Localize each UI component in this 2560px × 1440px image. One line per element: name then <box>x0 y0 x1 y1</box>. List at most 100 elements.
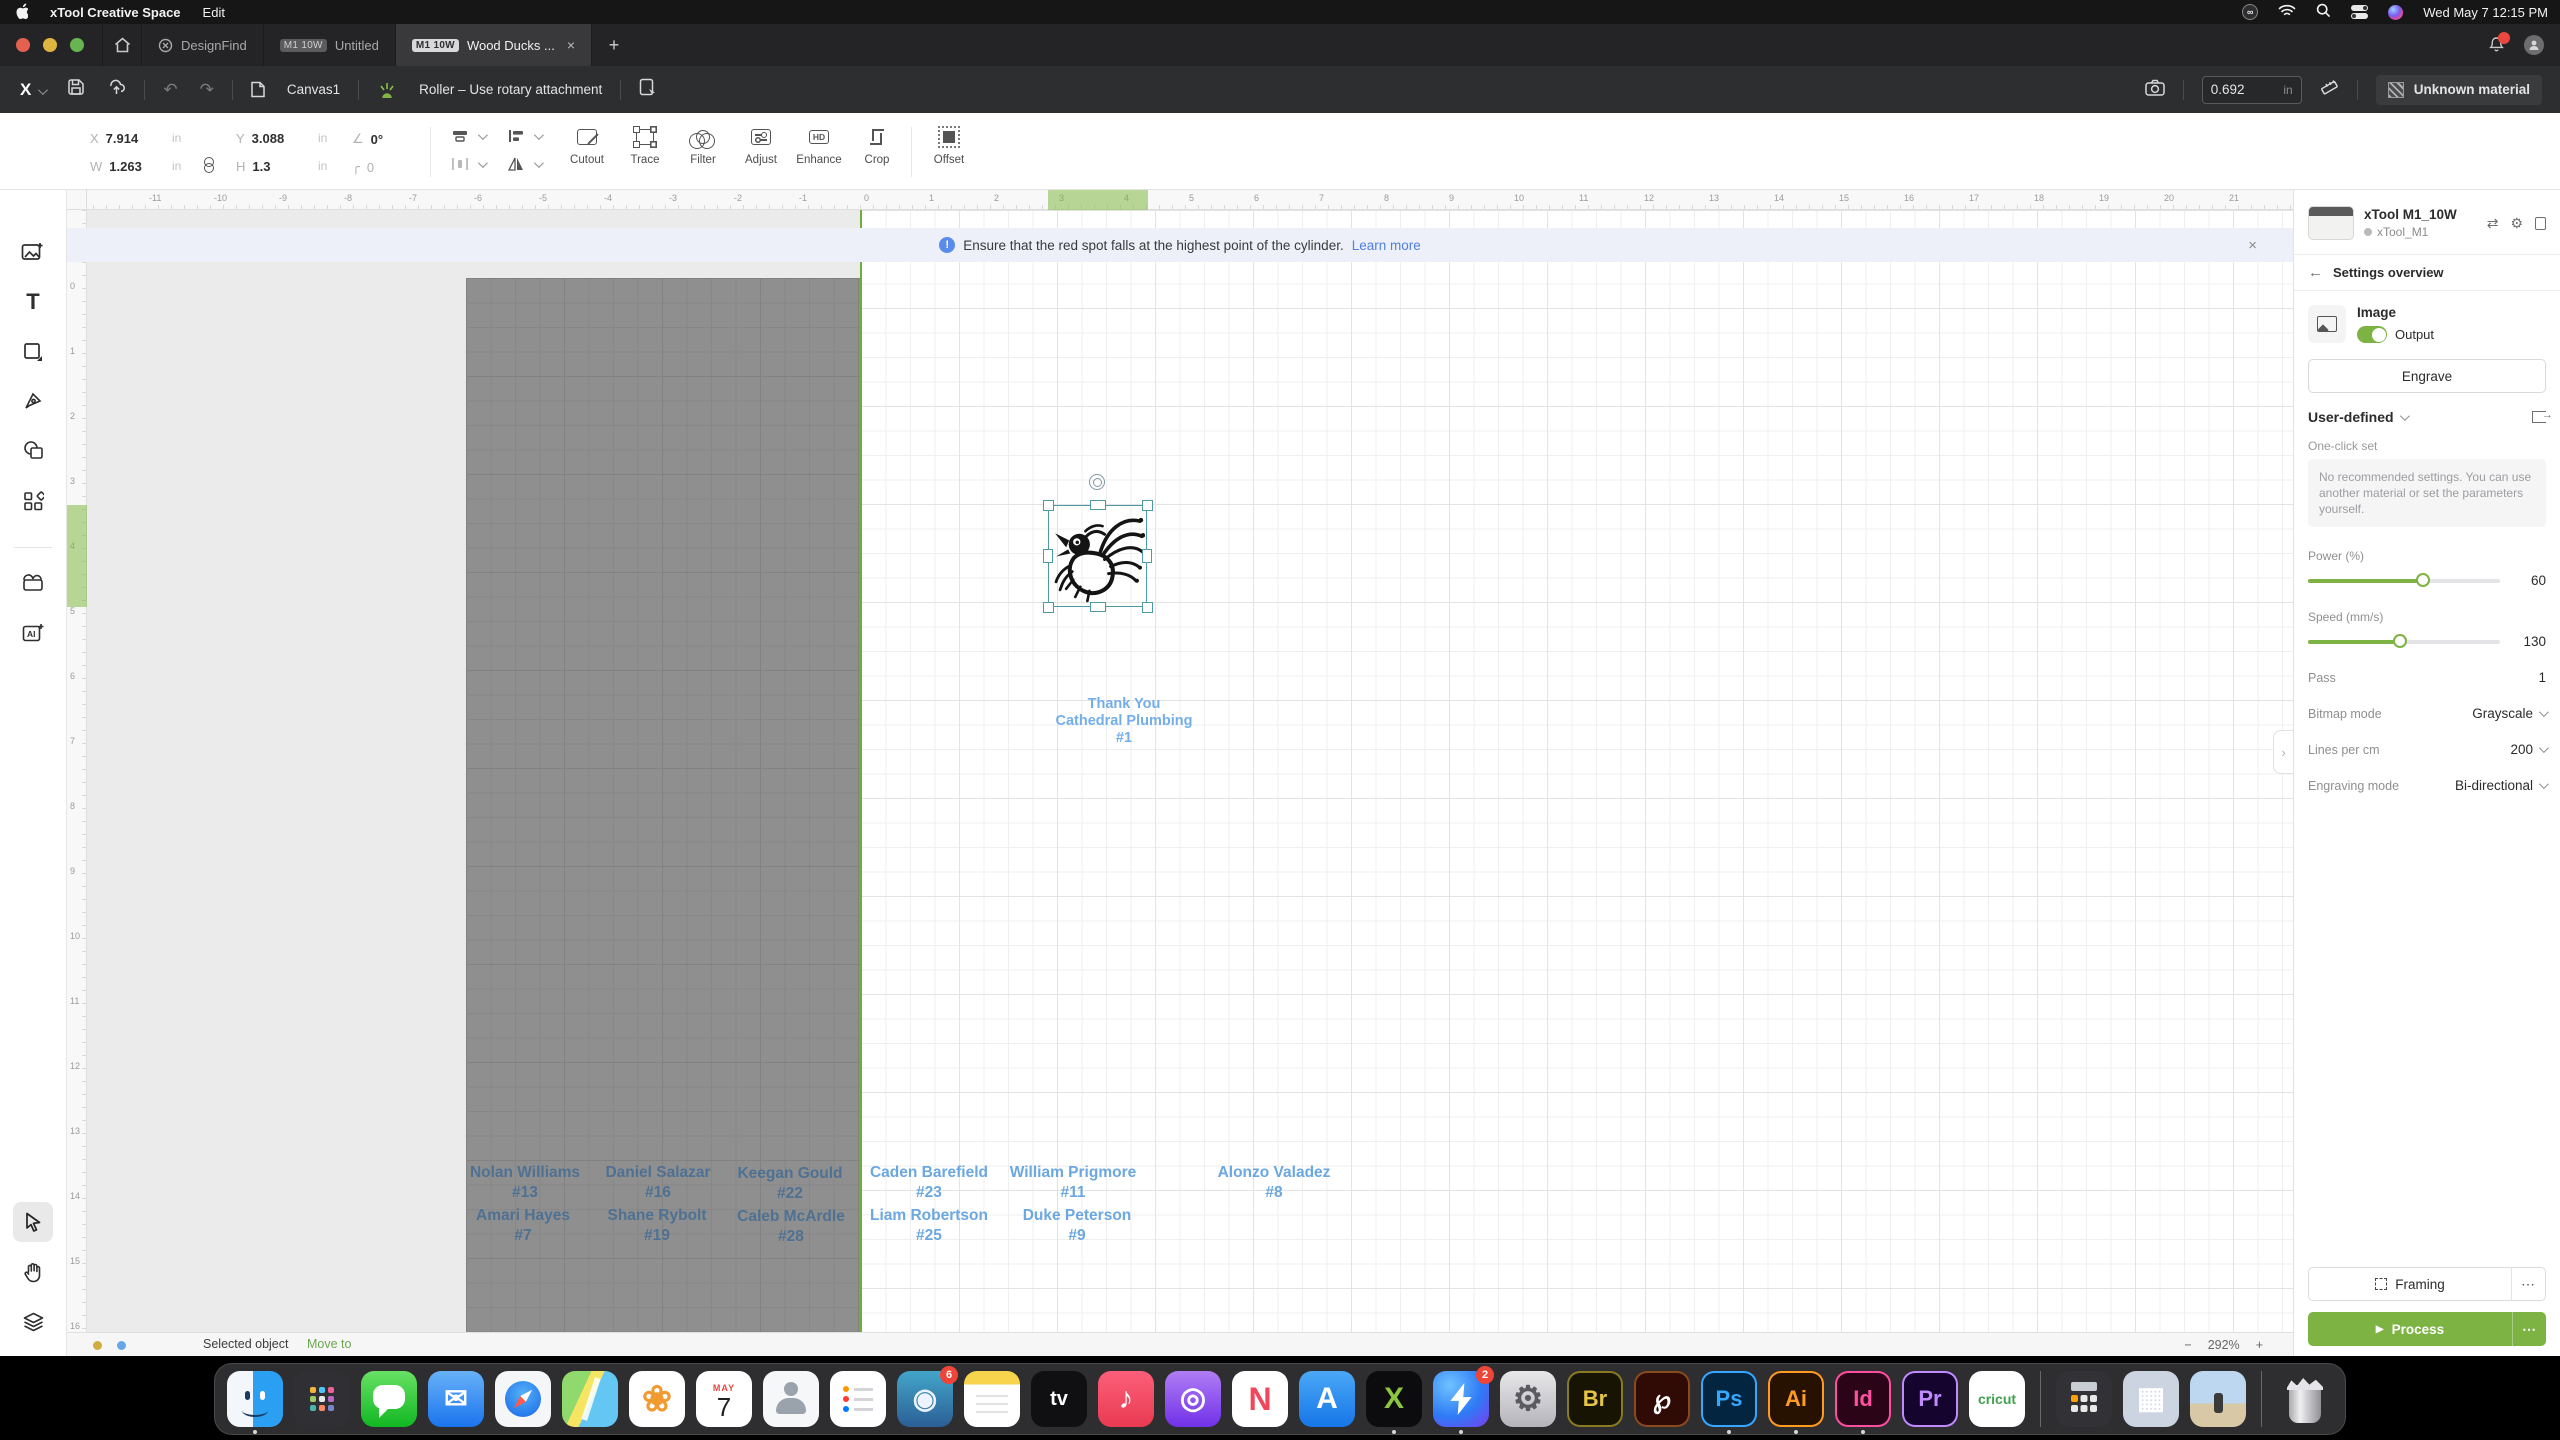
cutout-button[interactable]: Cutout <box>558 127 616 166</box>
speed-value[interactable]: 130 <box>2512 634 2546 649</box>
text-tool[interactable]: T <box>13 282 53 322</box>
output-toggle[interactable] <box>2357 326 2387 343</box>
material-selector-button[interactable]: Unknown material <box>2376 75 2542 105</box>
dock-app-xtool[interactable]: X <box>1366 1371 1422 1427</box>
resize-handle-nw[interactable] <box>1043 500 1054 511</box>
speed-slider[interactable] <box>2308 640 2500 644</box>
pass-value[interactable]: 1 <box>2538 670 2546 685</box>
save-icon[interactable] <box>67 78 85 101</box>
canvas-name-label[interactable]: Keegan Gould#22 <box>737 1164 842 1203</box>
dock-app-reminders[interactable] <box>830 1371 886 1427</box>
adjust-button[interactable]: Adjust <box>732 127 790 166</box>
process-more-button[interactable]: ⋯ <box>2512 1312 2546 1346</box>
tab-designfind[interactable]: DesignFind <box>142 24 264 66</box>
switch-device-icon[interactable]: ⇄ <box>2487 215 2499 232</box>
dock-app-adobe-photoshop[interactable]: Ps <box>1701 1371 1757 1427</box>
radius-input[interactable]: 0 <box>367 160 374 175</box>
engrave-mode-button[interactable]: Engrave <box>2308 359 2546 393</box>
dock-app-photo-booth[interactable]: ◉6 <box>897 1371 953 1427</box>
dock-app-maps[interactable] <box>562 1371 618 1427</box>
spotlight-icon[interactable] <box>2316 3 2331 21</box>
tab-untitled[interactable]: M1 10W Untitled <box>264 24 396 66</box>
rotate-handle[interactable] <box>1089 474 1105 490</box>
wifi-icon[interactable] <box>2278 4 2296 21</box>
distribute-button[interactable] <box>452 157 485 171</box>
device-settings-gear-icon[interactable]: ⚙ <box>2510 215 2523 232</box>
control-center-icon[interactable] <box>2351 5 2368 19</box>
dock-app-news[interactable]: N <box>1232 1371 1288 1427</box>
dock-app-calendar[interactable]: MAY7 <box>696 1371 752 1427</box>
layers-tool[interactable] <box>13 1302 53 1342</box>
canvas-text-object[interactable]: Thank You Cathedral Plumbing #1 <box>1056 696 1193 747</box>
bitmap-mode-dropdown[interactable]: Grayscale <box>2472 706 2546 721</box>
resize-handle-w[interactable] <box>1043 549 1053 563</box>
dock-app-notes[interactable] <box>964 1371 1020 1427</box>
notifications-bell-icon[interactable] <box>2488 36 2506 54</box>
measure-icon[interactable] <box>2320 78 2339 102</box>
export-icon[interactable] <box>107 78 126 101</box>
canvas-name-label[interactable]: Shane Rybolt#19 <box>607 1206 706 1245</box>
new-tab-button[interactable]: + <box>592 35 636 56</box>
learn-more-link[interactable]: Learn more <box>1352 238 1421 253</box>
framing-button[interactable]: Framing ⋯ <box>2308 1267 2546 1301</box>
dock-app-adobe-premiere[interactable]: Pr <box>1902 1371 1958 1427</box>
dock-app-app-store[interactable]: A <box>1299 1371 1355 1427</box>
zoom-out-button[interactable]: − <box>2184 1338 2191 1352</box>
dock-app-mail[interactable]: ✉ <box>428 1371 484 1427</box>
laser-mode-indicator[interactable]: Roller – Use rotary attachment <box>377 81 602 99</box>
resize-handle-s[interactable] <box>1090 602 1106 612</box>
canvas-name-label[interactable]: Daniel Salazar#16 <box>605 1163 710 1202</box>
insert-image-tool[interactable] <box>13 232 53 272</box>
dock-app-safari[interactable] <box>495 1371 551 1427</box>
account-avatar[interactable] <box>2524 35 2544 55</box>
move-to-link[interactable]: Move to <box>307 1337 351 1351</box>
speed-slider-knob[interactable] <box>2393 634 2407 648</box>
dock-app-messages[interactable] <box>361 1371 417 1427</box>
apple-menu-icon[interactable] <box>14 3 28 22</box>
selection-box[interactable] <box>1048 505 1147 607</box>
width-input[interactable]: 1.263 <box>109 159 142 174</box>
resize-handle-sw[interactable] <box>1043 602 1054 613</box>
select-tool[interactable] <box>13 1202 53 1242</box>
dock-app-trash[interactable] <box>2277 1371 2333 1427</box>
shape-tool[interactable] <box>13 332 53 372</box>
canvas-name-label[interactable]: Caden Barefield#23 <box>870 1163 988 1202</box>
hand-tool[interactable] <box>13 1252 53 1292</box>
status-dot-yellow[interactable] <box>93 1341 102 1350</box>
collapse-panel-handle[interactable]: › <box>2273 730 2293 774</box>
undo-icon[interactable]: ↶ <box>163 80 177 100</box>
zoom-in-button[interactable]: + <box>2256 1338 2263 1352</box>
dock-app-contacts[interactable] <box>763 1371 819 1427</box>
x-input[interactable]: 7.914 <box>106 131 139 146</box>
dock-app-calculator[interactable] <box>2056 1371 2112 1427</box>
close-tab-icon[interactable]: × <box>567 37 575 53</box>
ai-image-tool[interactable]: AI <box>13 613 53 653</box>
canvas-name-label[interactable]: Liam Robertson#25 <box>870 1206 988 1245</box>
menu-clock[interactable]: Wed May 7 12:15 PM <box>2423 5 2548 20</box>
pen-tool[interactable] <box>13 381 53 421</box>
redo-icon[interactable]: ↷ <box>200 80 214 100</box>
minimize-window-button[interactable] <box>43 38 57 52</box>
lock-ratio-icon[interactable] <box>204 157 213 173</box>
align-horizontal-button[interactable] <box>452 129 485 143</box>
offset-button[interactable]: Offset <box>920 127 978 166</box>
dock-app-music[interactable]: ♪ <box>1098 1371 1154 1427</box>
resize-handle-ne[interactable] <box>1142 500 1153 511</box>
canvas-name-label[interactable]: Duke Peterson#9 <box>1023 1206 1132 1245</box>
canvas-name-label[interactable]: William Prigmore#11 <box>1010 1163 1136 1202</box>
align-vertical-button[interactable] <box>508 129 541 143</box>
crop-button[interactable]: Crop <box>848 127 906 166</box>
xtool-menu-button[interactable]: X <box>20 80 45 100</box>
canvas-name-label[interactable]: Nolan Williams#13 <box>470 1163 580 1202</box>
canvas-name-label[interactable]: Caleb McArdle#28 <box>737 1207 845 1246</box>
trace-button[interactable]: Trace <box>616 127 674 166</box>
resize-handle-e[interactable] <box>1142 549 1152 563</box>
dock-app-finder[interactable] <box>227 1371 283 1427</box>
menu-app-name[interactable]: xTool Creative Space <box>50 5 181 20</box>
dock-app-adobe-indesign[interactable]: Id <box>1835 1371 1891 1427</box>
process-button[interactable]: ▶Process ⋯ <box>2308 1312 2546 1346</box>
canvas-name-label[interactable]: Amari Hayes#7 <box>476 1206 570 1245</box>
dock-app-adobe-bridge[interactable]: Br <box>1567 1371 1623 1427</box>
dock-app-adobe-illustrator[interactable]: Ai <box>1768 1371 1824 1427</box>
canvas-name-label[interactable]: Alonzo Valadez#8 <box>1218 1163 1331 1202</box>
